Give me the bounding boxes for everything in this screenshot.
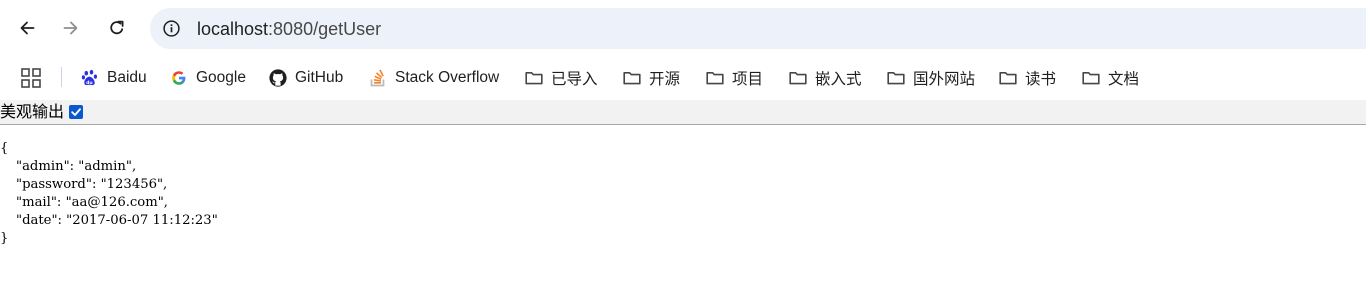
apps-button[interactable] — [20, 67, 42, 89]
bookmark-label: GitHub — [295, 69, 344, 86]
url-host: localhost — [197, 19, 269, 39]
folder-icon — [622, 68, 642, 88]
bookmark-folder-projects[interactable]: 项目 — [705, 65, 763, 91]
json-line-text: "admin": "admin", — [16, 159, 137, 174]
info-icon — [162, 19, 180, 37]
bookmark-label: 嵌入式 — [815, 71, 862, 88]
json-line: "date": "2017-06-07 11:12:23" — [0, 212, 218, 230]
site-info-button[interactable] — [161, 18, 181, 38]
json-line-text: "mail": "aa@126.com", — [16, 195, 168, 210]
reload-button[interactable] — [101, 12, 133, 44]
folder-icon — [998, 68, 1018, 88]
json-line: "mail": "aa@126.com", — [0, 194, 218, 212]
bookmark-label: 已导入 — [551, 71, 598, 88]
pretty-print-checkbox[interactable] — [69, 105, 83, 119]
bookmark-folder-embedded[interactable]: 嵌入式 — [788, 65, 862, 91]
bookmark-github[interactable]: GitHub — [268, 65, 343, 91]
apps-grid-icon — [21, 68, 41, 88]
google-g-icon — [169, 68, 189, 88]
bookmark-folder-reading[interactable]: 读书 — [998, 65, 1056, 91]
url-text[interactable]: localhost:8080/getUser — [197, 18, 381, 40]
pretty-print-bar: 美观输出 — [0, 100, 1366, 125]
bookmarks-separator — [61, 67, 62, 87]
folder-icon — [788, 68, 808, 88]
bookmark-folder-imported[interactable]: 已导入 — [524, 65, 598, 91]
checkmark-icon — [71, 108, 81, 116]
bookmark-stack-overflow[interactable]: Stack Overflow — [368, 65, 499, 91]
arrow-right-icon — [63, 21, 78, 35]
arrow-left-icon — [20, 21, 35, 35]
bookmarks-bar: du Baidu Google GitHub Stack Overflow 已导… — [0, 56, 1366, 100]
json-line: "password": "123456", — [0, 176, 218, 194]
folder-icon — [1081, 68, 1101, 88]
json-close-brace: } — [0, 231, 9, 246]
bookmark-baidu[interactable]: du Baidu — [80, 65, 147, 91]
bookmark-label: 国外网站 — [913, 71, 976, 88]
bookmark-label: Google — [196, 69, 246, 86]
address-bar[interactable]: localhost:8080/getUser — [150, 8, 1366, 49]
json-line-text: "date": "2017-06-07 11:12:23" — [16, 213, 218, 228]
json-line: "admin": "admin", — [0, 158, 218, 176]
stackoverflow-icon — [368, 68, 388, 88]
reload-icon — [110, 20, 124, 35]
bookmark-label: 开源 — [649, 71, 681, 88]
folder-icon — [524, 68, 544, 88]
bookmark-label: Stack Overflow — [395, 69, 500, 86]
json-open-brace: { — [0, 141, 9, 156]
bookmark-folder-foreign-sites[interactable]: 国外网站 — [886, 65, 975, 91]
url-path: :8080/getUser — [268, 19, 382, 39]
pretty-print-label[interactable]: 美观输出 — [0, 103, 64, 122]
github-icon — [268, 68, 288, 88]
forward-button[interactable] — [55, 12, 87, 44]
bookmark-label: Baidu — [107, 69, 147, 86]
baidu-paw-icon: du — [80, 68, 100, 88]
folder-icon — [705, 68, 725, 88]
json-line-text: "password": "123456", — [16, 177, 168, 192]
back-button[interactable] — [11, 12, 43, 44]
svg-text:du: du — [86, 80, 93, 86]
folder-icon — [886, 68, 906, 88]
json-output: { "admin": "admin", "password": "123456"… — [0, 140, 218, 248]
bookmark-google[interactable]: Google — [169, 65, 246, 91]
bookmark-label: 文档 — [1108, 71, 1140, 88]
bookmark-folder-open-source[interactable]: 开源 — [622, 65, 680, 91]
bookmark-label: 项目 — [732, 71, 764, 88]
bookmark-label: 读书 — [1025, 71, 1057, 88]
browser-toolbar: localhost:8080/getUser — [0, 0, 1366, 56]
bookmark-folder-docs[interactable]: 文档 — [1081, 65, 1139, 91]
